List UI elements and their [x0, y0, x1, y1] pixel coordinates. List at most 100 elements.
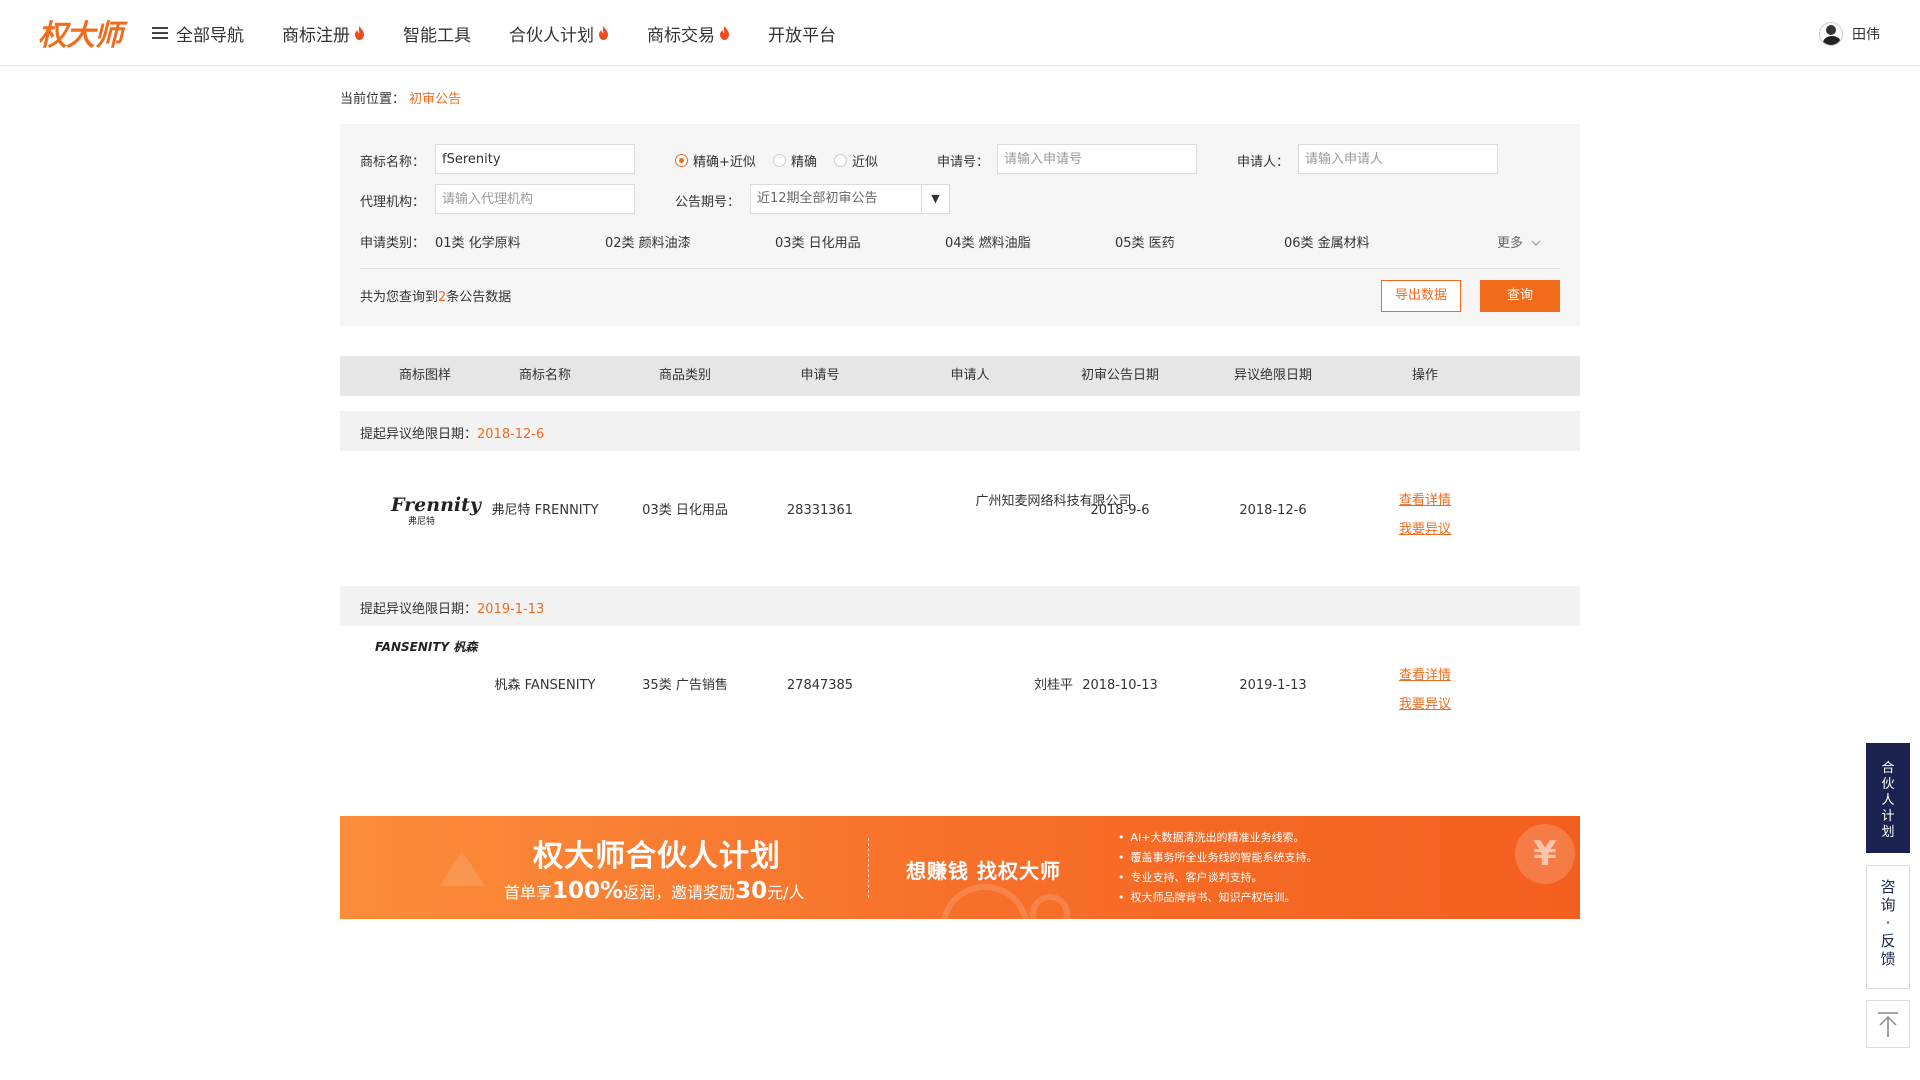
nav-label: 全部导航 — [176, 25, 244, 46]
oppose-link[interactable]: 我要异议 — [1350, 693, 1500, 712]
banner-point: 专业支持、客户谈判支持。 — [1118, 868, 1318, 888]
banner-point: 覆盖事务所全业务线的智能系统支持。 — [1118, 848, 1318, 868]
float-char: 伙 — [1881, 777, 1895, 792]
cell-app-no: 27847385 — [786, 678, 854, 693]
cell-name: 杋森 FANSENITY — [494, 678, 596, 693]
nav-smart-tools[interactable]: 智能工具 — [403, 21, 471, 46]
cell-deadline: 2019-1-13 — [1239, 678, 1307, 693]
applicant-input[interactable] — [1298, 144, 1498, 174]
group-header: 提起异议绝限日期：2019-1-13 — [340, 586, 1580, 626]
applicant-label: 申请人： — [1237, 155, 1290, 170]
col-category: 商品类别 — [658, 368, 711, 383]
radio-similar[interactable]: 近似 — [834, 151, 878, 170]
back-to-top-button[interactable] — [1866, 1000, 1910, 1048]
banner-sub-pct: 100% — [552, 878, 624, 904]
float-consult-feedback-button[interactable]: 咨 询 · 反 馈 — [1866, 865, 1910, 989]
issue-label: 公告期号： — [675, 195, 741, 210]
cell-category: 35类 广告销售 — [642, 678, 728, 693]
group-label-text: 提起异议绝限日期： — [360, 602, 478, 617]
trademark-name-label: 商标名称： — [360, 155, 426, 170]
radio-label: 精确+近似 — [693, 155, 756, 170]
radio-exact-similar[interactable]: 精确+近似 — [675, 151, 756, 170]
cell-name: 弗尼特 FRENNITY — [491, 503, 599, 518]
top-header: 权大师 全部导航 商标注册 智能工具 合伙人计划 商标交易 开放平台 田伟 — [0, 0, 1920, 66]
chevron-down-icon — [1531, 240, 1541, 246]
radio-exact[interactable]: 精确 — [773, 151, 817, 170]
float-char: · — [1885, 914, 1891, 932]
nav-label: 开放平台 — [768, 25, 836, 46]
category-04[interactable]: 04类 燃料油脂 — [945, 232, 1031, 251]
breadcrumb-prefix: 当前位置： — [340, 92, 406, 107]
breadcrumb-current[interactable]: 初审公告 — [409, 92, 461, 107]
category-02[interactable]: 02类 颜料油漆 — [605, 232, 691, 251]
cell-pub-date: 2018-9-6 — [1090, 503, 1150, 518]
nav-all[interactable]: 全部导航 — [152, 21, 244, 46]
table-header: 商标图样 商标名称 商品类别 申请号 申请人 初审公告日期 异议绝限日期 操作 — [340, 356, 1580, 396]
float-char: 咨 — [1880, 878, 1896, 896]
float-partner-plan-button[interactable]: 合 伙 人 计 划 — [1866, 743, 1910, 853]
fire-icon — [355, 26, 364, 40]
user-menu[interactable]: 田伟 — [1819, 22, 1880, 46]
col-trademark-image: 商标图样 — [398, 368, 451, 383]
float-char: 人 — [1881, 793, 1895, 808]
float-char: 馈 — [1880, 950, 1896, 968]
banner-separator — [868, 838, 869, 898]
view-detail-link[interactable]: 查看详情 — [1350, 664, 1500, 683]
caret-down-icon: ▼ — [921, 185, 949, 213]
trademark-image[interactable]: FANSENITY 杋森 — [375, 638, 477, 655]
view-detail-link[interactable]: 查看详情 — [1350, 489, 1500, 508]
banner-point: 权大师品牌背书、知识产权培训。 — [1118, 888, 1318, 908]
banner-points: AI+大数据清洗出的精准业务线索。 覆盖事务所全业务线的智能系统支持。 专业支持… — [1118, 828, 1318, 908]
nav-trademark-trade[interactable]: 商标交易 — [647, 21, 730, 46]
trademark-image[interactable]: Frennity — [391, 494, 481, 516]
user-name: 田伟 — [1852, 27, 1880, 43]
decor-circle — [1030, 894, 1070, 919]
nav-open-platform[interactable]: 开放平台 — [768, 21, 836, 46]
issue-select[interactable]: 近12期全部初审公告 ▼ — [750, 184, 950, 214]
more-categories-button[interactable]: 更多 — [1497, 232, 1541, 251]
cell-category: 03类 日化用品 — [642, 503, 728, 518]
nav-label: 智能工具 — [403, 25, 471, 46]
export-data-button[interactable]: 导出数据 — [1381, 280, 1461, 312]
trademark-name-input[interactable] — [435, 144, 635, 174]
radio-icon — [773, 154, 786, 167]
fire-icon — [599, 26, 608, 40]
banner-sub-mid: 返润，邀请奖励 — [623, 883, 736, 902]
col-app-no: 申请号 — [800, 368, 840, 383]
cell-app-no: 28331361 — [786, 503, 854, 518]
query-button[interactable]: 查询 — [1480, 280, 1560, 312]
app-no-label: 申请号： — [937, 155, 990, 170]
category-01[interactable]: 01类 化学原料 — [435, 232, 521, 251]
app-no-input[interactable] — [997, 144, 1197, 174]
search-panel: 商标名称： 精确+近似 精确 近似 申请号： 申请人： 代理机构： 公告期号： … — [340, 124, 1580, 326]
nav-partner-plan[interactable]: 合伙人计划 — [509, 21, 609, 46]
group-header: 提起异议绝限日期：2018-12-6 — [340, 411, 1580, 451]
group-label: 提起异议绝限日期：2019-1-13 — [360, 598, 544, 617]
issue-select-value: 近12期全部初审公告 — [757, 191, 878, 206]
category-06[interactable]: 06类 金属材料 — [1284, 232, 1370, 251]
main-nav: 全部导航 商标注册 智能工具 合伙人计划 商标交易 开放平台 — [152, 0, 874, 66]
radio-label: 近似 — [852, 155, 879, 170]
col-deadline: 异议绝限日期 — [1233, 368, 1312, 383]
category-05[interactable]: 05类 医药 — [1115, 232, 1175, 251]
category-label: 申请类别： — [360, 236, 426, 251]
cell-deadline: 2018-12-6 — [1239, 503, 1307, 518]
col-applicant: 申请人 — [950, 368, 990, 383]
result-count: 共为您查询到2条公告数据 — [360, 286, 511, 305]
radio-icon — [834, 154, 847, 167]
agency-input[interactable] — [435, 184, 635, 214]
nav-trademark-register[interactable]: 商标注册 — [282, 21, 365, 46]
col-pub-date: 初审公告日期 — [1080, 368, 1159, 383]
float-char: 询 — [1880, 896, 1896, 914]
fire-icon — [720, 26, 729, 40]
arrow-up-icon — [1878, 1012, 1898, 1037]
float-char: 合 — [1881, 761, 1895, 776]
banner-subtitle: 首单享100%返润，邀请奖励30元/人 — [504, 878, 805, 904]
radio-checked-icon — [675, 154, 688, 167]
float-char: 反 — [1880, 932, 1896, 950]
category-03[interactable]: 03类 日化用品 — [775, 232, 861, 251]
partner-plan-banner[interactable]: 权大师合伙人计划 首单享100%返润，邀请奖励30元/人 想赚钱 找权大师 AI… — [340, 816, 1580, 919]
oppose-link[interactable]: 我要异议 — [1350, 518, 1500, 537]
brand-logo[interactable]: 权大师 — [38, 12, 123, 54]
avatar — [1819, 22, 1843, 46]
